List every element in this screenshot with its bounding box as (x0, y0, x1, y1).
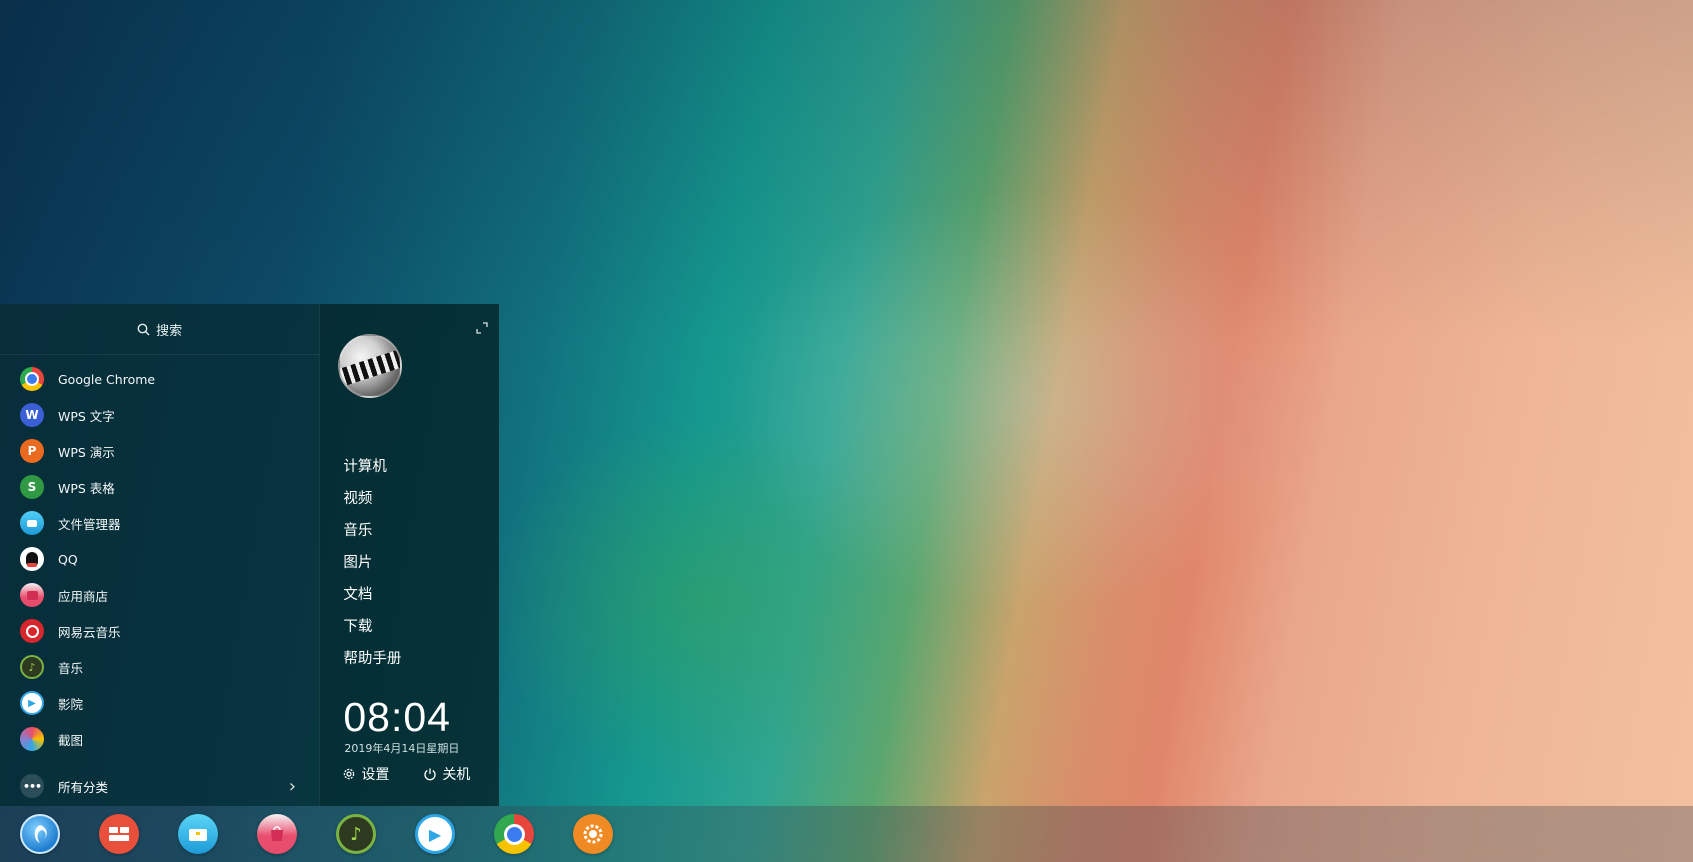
settings-button[interactable]: 设置 (342, 764, 389, 784)
app-item-app-store[interactable]: 应用商店 (0, 577, 319, 613)
all-categories-button[interactable]: ••• 所有分类 › (0, 766, 320, 806)
start-menu: 搜索 Google Chrome W WPS 文字 P WPS 演示 S WPS… (0, 304, 499, 806)
movie-icon: ▶ (20, 691, 44, 715)
clock-time: 08:04 (343, 694, 451, 740)
all-categories-label: 所有分类 (58, 779, 109, 795)
chrome-icon (20, 367, 44, 391)
app-label: 网易云音乐 (58, 624, 121, 640)
user-avatar[interactable] (338, 334, 403, 398)
place-pictures[interactable]: 图片 (343, 547, 401, 579)
gear-icon (344, 768, 355, 780)
app-item-file-manager[interactable]: 文件管理器 (0, 505, 319, 541)
app-label: 应用商店 (58, 588, 109, 604)
chevron-right-icon: › (288, 775, 296, 797)
file-manager-icon (20, 511, 44, 535)
place-downloads[interactable]: 下载 (343, 611, 401, 643)
sidebar-pane: 计算机 视频 音乐 图片 文档 下载 帮助手册 08:04 2019年4月14日… (319, 304, 499, 806)
search-input[interactable]: 搜索 (0, 304, 320, 355)
place-music[interactable]: 音乐 (343, 515, 401, 547)
power-icon (424, 768, 436, 781)
place-videos[interactable]: 视频 (343, 483, 401, 515)
app-list: Google Chrome W WPS 文字 P WPS 演示 S WPS 表格… (0, 355, 319, 757)
power-button[interactable]: 关机 (423, 764, 470, 784)
launcher-icon[interactable] (20, 814, 60, 854)
places-list: 计算机 视频 音乐 图片 文档 下载 帮助手册 (343, 451, 401, 675)
app-item-movie[interactable]: ▶ 影院 (0, 685, 319, 721)
search-label: 搜索 (156, 323, 183, 339)
app-item-netease-music[interactable]: 网易云音乐 (0, 613, 319, 649)
music-icon[interactable]: ♪ (336, 814, 376, 854)
app-label: WPS 表格 (58, 480, 115, 496)
app-label: 文件管理器 (58, 516, 121, 532)
settings-icon[interactable] (573, 814, 613, 854)
app-item-qq[interactable]: QQ (0, 541, 319, 577)
settings-label: 设置 (361, 767, 390, 783)
file-manager-icon[interactable] (178, 814, 218, 854)
multitask-view-icon[interactable] (99, 814, 139, 854)
place-computer[interactable]: 计算机 (343, 451, 401, 483)
netease-music-icon (20, 619, 44, 643)
wps-presentation-icon: P (20, 439, 44, 463)
app-item-google-chrome[interactable]: Google Chrome (0, 361, 319, 397)
power-label: 关机 (442, 767, 471, 783)
app-store-icon (20, 583, 44, 607)
more-icon: ••• (20, 774, 44, 798)
app-label: QQ (58, 551, 78, 567)
fullscreen-expand-icon[interactable] (475, 320, 489, 339)
app-item-screenshot[interactable]: 截图 (0, 721, 319, 757)
wps-writer-icon: W (20, 403, 44, 427)
app-label: 影院 (58, 696, 84, 712)
chrome-icon[interactable] (494, 814, 534, 854)
music-icon: ♪ (20, 655, 44, 679)
app-label: 音乐 (58, 660, 84, 676)
app-item-wps-presentation[interactable]: P WPS 演示 (0, 433, 319, 469)
movie-icon[interactable]: ▶ (415, 814, 455, 854)
screenshot-icon (20, 727, 44, 751)
place-help-manual[interactable]: 帮助手册 (343, 643, 401, 675)
clock-date: 2019年4月14日星期日 (344, 742, 460, 755)
app-item-wps-spreadsheet[interactable]: S WPS 表格 (0, 469, 319, 505)
app-label: WPS 演示 (58, 444, 115, 460)
app-label: WPS 文字 (58, 408, 115, 424)
app-list-pane: 搜索 Google Chrome W WPS 文字 P WPS 演示 S WPS… (0, 304, 320, 806)
app-store-icon[interactable] (257, 814, 297, 854)
place-documents[interactable]: 文档 (343, 579, 401, 611)
app-item-music[interactable]: ♪ 音乐 (0, 649, 319, 685)
wps-spreadsheet-icon: S (20, 475, 44, 499)
app-label: Google Chrome (58, 371, 156, 387)
app-label: 截图 (58, 732, 84, 748)
qq-icon (20, 547, 44, 571)
dock: ♪ ▶ (0, 806, 1693, 862)
search-icon (137, 323, 150, 335)
app-item-wps-writer[interactable]: W WPS 文字 (0, 397, 319, 433)
